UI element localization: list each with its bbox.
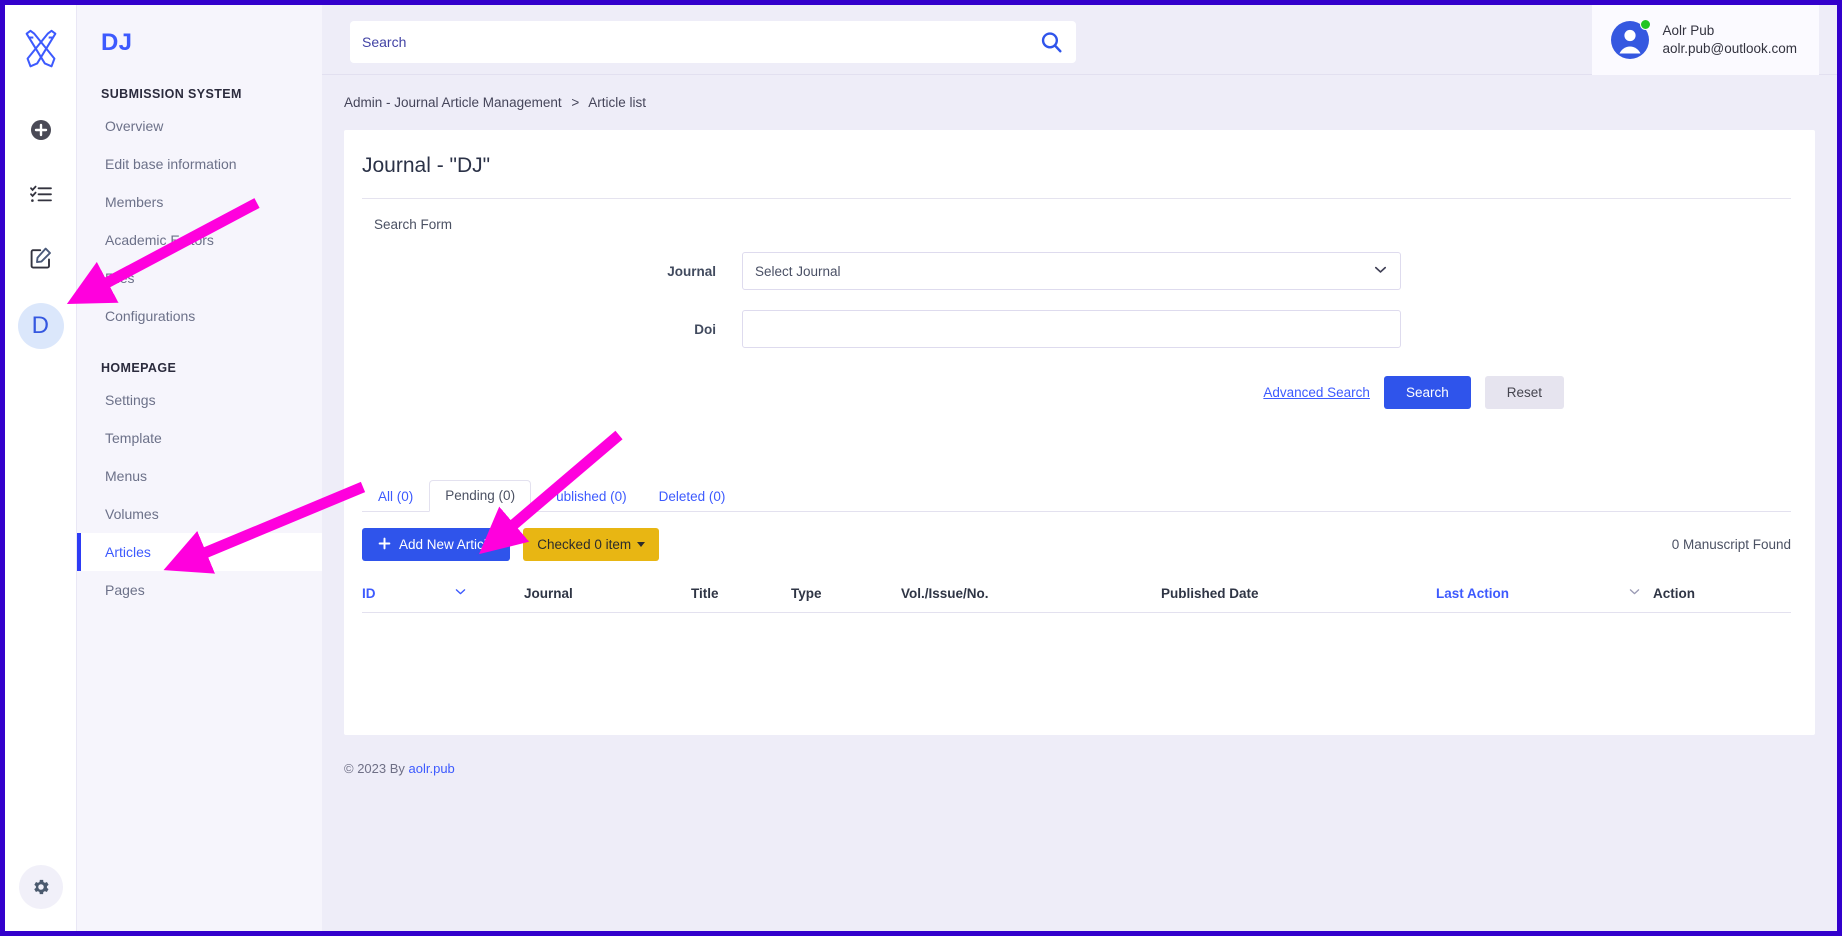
page-title: Journal - "DJ" xyxy=(344,130,1815,178)
tab-all[interactable]: All (0) xyxy=(362,481,429,512)
user-name: Aolr Pub xyxy=(1662,22,1797,40)
tab-published[interactable]: Published (0) xyxy=(531,481,643,512)
gear-icon[interactable] xyxy=(19,865,63,909)
column-id[interactable]: ID xyxy=(362,586,454,601)
journal-card: Journal - "DJ" Search Form Journal Selec… xyxy=(344,130,1815,735)
sidebar-item-members[interactable]: Members xyxy=(77,183,322,221)
plus-circle-icon[interactable] xyxy=(22,111,60,149)
add-new-article-label: Add New Article xyxy=(399,537,494,552)
column-journal[interactable]: Journal xyxy=(524,586,691,601)
sidebar-item-files[interactable]: Files xyxy=(77,259,322,297)
doi-field-label: Doi xyxy=(344,322,742,337)
column-published-date[interactable]: Published Date xyxy=(1161,586,1436,601)
search-button[interactable]: Search xyxy=(1384,376,1471,409)
global-search[interactable] xyxy=(350,21,1076,63)
journal-field-label: Journal xyxy=(344,264,742,279)
table-toolbar: Add New Article Checked 0 item 0 Manuscr… xyxy=(362,528,1791,561)
journal-select[interactable]: Select Journal xyxy=(742,252,1401,290)
sidebar-brand: DJ xyxy=(77,5,322,57)
rail-icon-list: D xyxy=(18,111,64,349)
search-actions: Advanced Search Search Reset xyxy=(344,376,1564,409)
crossed-pencils-icon xyxy=(18,27,64,73)
article-status-tabs: All (0) Pending (0) Published (0) Delete… xyxy=(362,479,1791,512)
add-new-article-button[interactable]: Add New Article xyxy=(362,528,510,561)
sidebar-item-configurations[interactable]: Configurations xyxy=(77,297,322,335)
breadcrumb-separator: > xyxy=(565,95,585,110)
main-content: Admin - Journal Article Management > Art… xyxy=(322,75,1837,931)
footer-copyright: © 2023 By xyxy=(344,761,409,776)
checked-items-label: Checked 0 item xyxy=(537,537,631,552)
field-row-journal: Journal Select Journal xyxy=(344,252,1815,290)
column-type[interactable]: Type xyxy=(791,586,901,601)
sidebar-item-settings[interactable]: Settings xyxy=(77,381,322,419)
checklist-icon[interactable] xyxy=(22,175,60,213)
doi-input[interactable] xyxy=(742,310,1401,348)
sidebar-group-title-homepage: HOMEPAGE xyxy=(77,335,322,381)
column-action[interactable]: Action xyxy=(1653,586,1695,601)
plus-icon xyxy=(378,537,391,553)
caret-down-icon xyxy=(637,542,645,547)
avatar xyxy=(1610,20,1650,60)
journal-select-value: Select Journal xyxy=(755,264,841,279)
column-vol-issue-no[interactable]: Vol./Issue/No. xyxy=(901,586,1161,601)
search-form-label: Search Form xyxy=(344,199,1815,232)
top-bar: Aolr Pub aolr.pub@outlook.com xyxy=(322,5,1837,75)
footer: © 2023 By aolr.pub xyxy=(344,761,1837,776)
checked-items-dropdown[interactable]: Checked 0 item xyxy=(523,528,659,561)
column-id-label: ID xyxy=(362,586,376,601)
sidebar-item-pages[interactable]: Pages xyxy=(77,571,322,609)
sidebar: DJ SUBMISSION SYSTEM Overview Edit base … xyxy=(77,5,322,931)
tab-pending[interactable]: Pending (0) xyxy=(429,480,531,512)
field-row-doi: Doi xyxy=(344,310,1815,348)
advanced-search-link[interactable]: Advanced Search xyxy=(1263,385,1370,400)
user-info: Aolr Pub aolr.pub@outlook.com xyxy=(1662,22,1797,58)
column-last-action[interactable]: Last Action xyxy=(1436,586,1628,601)
sidebar-item-edit-base-information[interactable]: Edit base information xyxy=(77,145,322,183)
sidebar-item-articles[interactable]: Articles xyxy=(77,533,322,571)
tab-deleted[interactable]: Deleted (0) xyxy=(643,481,742,512)
sidebar-group-title-submission: SUBMISSION SYSTEM xyxy=(77,57,322,107)
article-table-header: ID Journal Title Type Vol./Issue/No. Pub… xyxy=(362,585,1791,613)
reset-button[interactable]: Reset xyxy=(1485,376,1564,409)
search-input[interactable] xyxy=(362,34,1038,50)
footer-link-aolr-pub[interactable]: aolr.pub xyxy=(409,761,455,776)
user-email: aolr.pub@outlook.com xyxy=(1662,40,1797,58)
column-last-action-sort-icon[interactable] xyxy=(1628,585,1653,601)
icon-rail: D xyxy=(5,5,77,931)
edit-square-icon[interactable] xyxy=(22,239,60,277)
manuscript-count: 0 Manuscript Found xyxy=(1672,537,1791,552)
column-id-sort-icon[interactable] xyxy=(454,585,524,601)
column-title[interactable]: Title xyxy=(691,586,791,601)
sidebar-item-volumes[interactable]: Volumes xyxy=(77,495,322,533)
search-icon[interactable] xyxy=(1038,29,1064,55)
user-menu[interactable]: Aolr Pub aolr.pub@outlook.com xyxy=(1592,5,1819,75)
sidebar-item-template[interactable]: Template xyxy=(77,419,322,457)
breadcrumb: Admin - Journal Article Management > Art… xyxy=(322,75,1837,110)
sidebar-item-overview[interactable]: Overview xyxy=(77,107,322,145)
sidebar-item-academic-editors[interactable]: Academic Editors xyxy=(77,221,322,259)
breadcrumb-item-admin[interactable]: Admin - Journal Article Management xyxy=(344,95,562,110)
breadcrumb-item-current: Article list xyxy=(588,95,646,110)
rail-avatar-d[interactable]: D xyxy=(18,303,64,349)
app-window: D DJ SUBMISSION SYSTEM Overview Edit bas… xyxy=(0,0,1842,936)
sidebar-item-menus[interactable]: Menus xyxy=(77,457,322,495)
chevron-down-icon xyxy=(1373,262,1388,280)
